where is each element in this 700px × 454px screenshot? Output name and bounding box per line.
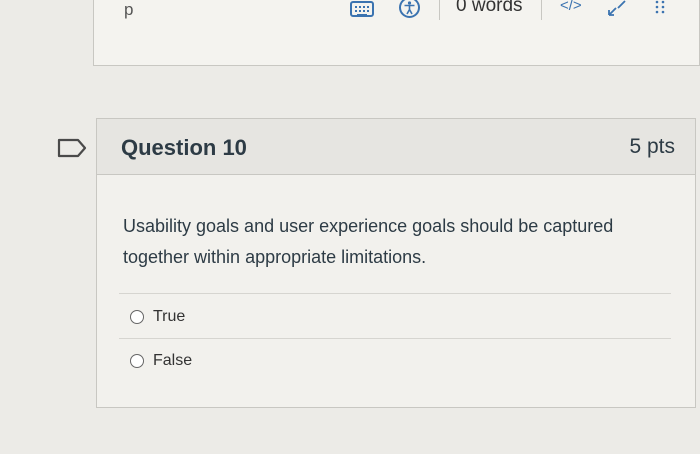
keyboard-icon[interactable] xyxy=(350,1,374,17)
separator xyxy=(439,0,440,20)
question-card: Question 10 5 pts Usability goals and us… xyxy=(96,118,696,408)
answer-divider xyxy=(119,338,671,339)
drag-handle-icon[interactable] xyxy=(654,0,666,22)
question-points: 5 pts xyxy=(629,135,675,158)
question-text: Usability goals and user experience goal… xyxy=(123,216,614,267)
separator xyxy=(541,0,542,20)
answer-divider xyxy=(119,293,671,294)
radio-button[interactable] xyxy=(130,310,144,324)
word-count: 0 words xyxy=(456,0,523,16)
html-editor-toggle[interactable]: </> xyxy=(560,0,582,14)
answer-label: False xyxy=(153,352,193,369)
answer-option-true[interactable]: True xyxy=(130,308,185,326)
fullscreen-icon[interactable] xyxy=(606,0,628,23)
answer-label: True xyxy=(153,308,186,325)
radio-button[interactable] xyxy=(130,354,144,368)
question-title: Question 10 xyxy=(121,135,247,160)
question-header: Question 10 5 pts xyxy=(97,119,695,175)
flag-icon[interactable] xyxy=(57,138,87,163)
element-path[interactable]: p xyxy=(124,0,133,20)
accessibility-icon[interactable] xyxy=(399,0,420,18)
answer-option-false[interactable]: False xyxy=(130,352,192,370)
editor-status-bar: p 0 words </> xyxy=(93,0,700,66)
